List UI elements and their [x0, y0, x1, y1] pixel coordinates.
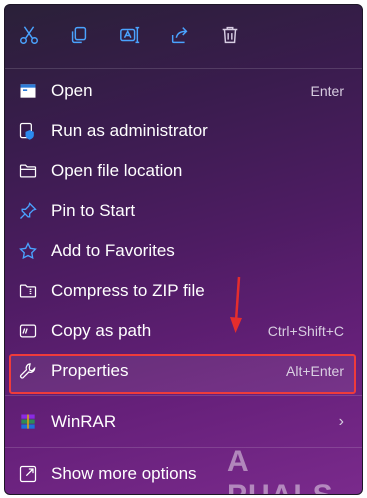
cut-button[interactable]: [15, 21, 43, 49]
menu-separator: [5, 395, 362, 396]
winrar-icon: [21, 414, 35, 429]
menu-toolbar: [5, 5, 362, 67]
menu-item-label: Pin to Start: [51, 201, 136, 220]
submenu-chevron-icon: ›: [338, 413, 344, 430]
copy-button[interactable]: [65, 21, 93, 49]
menu-item-shortcut: Enter: [310, 83, 344, 99]
menu-item-winrar[interactable]: WinRAR ›: [9, 403, 356, 441]
star-icon: [19, 241, 37, 260]
share-button[interactable]: [166, 21, 194, 49]
toolbar-separator: [5, 68, 362, 69]
copy-icon: [71, 26, 87, 44]
menu-item-label: Open: [51, 81, 93, 100]
context-menu: Open Enter Run as administrator Open fil…: [4, 4, 363, 495]
menu-item-add-to-favorites[interactable]: Add to Favorites: [9, 232, 356, 270]
menu-item-compress-to-zip[interactable]: Compress to ZIP file: [9, 272, 356, 310]
menu-item-open[interactable]: Open Enter: [9, 72, 356, 110]
menu-item-shortcut: Alt+Enter: [286, 363, 344, 379]
cut-icon: [20, 26, 38, 44]
wrench-icon: [19, 363, 36, 379]
delete-button[interactable]: [216, 21, 244, 49]
menu-item-open-file-location[interactable]: Open file location: [9, 152, 356, 190]
copy-path-icon: [19, 324, 37, 338]
menu-item-label: WinRAR: [51, 412, 117, 431]
menu-item-shortcut: Ctrl+Shift+C: [267, 323, 344, 339]
menu-item-label: Properties: [51, 361, 129, 380]
run-as-admin-icon: [19, 122, 34, 140]
rename-button[interactable]: [116, 21, 144, 49]
open-app-icon: [20, 84, 36, 98]
show-more-icon: [19, 465, 37, 483]
share-icon: [171, 27, 188, 44]
menu-item-pin-to-start[interactable]: Pin to Start: [9, 192, 356, 230]
menu-item-label: Add to Favorites: [51, 241, 175, 260]
menu-item-label: Copy as path: [51, 321, 152, 340]
folder-icon: [19, 164, 37, 178]
delete-icon: [222, 26, 238, 44]
menu-item-properties[interactable]: Properties Alt+Enter: [9, 352, 356, 390]
menu-item-run-as-administrator[interactable]: Run as administrator: [9, 112, 356, 150]
menu-item-copy-as-path[interactable]: Copy as path Ctrl+Shift+C: [9, 312, 356, 350]
zip-folder-icon: [19, 284, 37, 298]
appuals-watermark: A PUALS: [227, 445, 333, 494]
rename-icon: [120, 26, 140, 44]
menu-item-label: Show more options: [51, 464, 197, 483]
menu-item-label: Run as administrator: [51, 121, 208, 140]
pin-icon: [20, 202, 37, 219]
menu-item-label: Open file location: [51, 161, 183, 180]
red-arrow-annotation: [230, 276, 242, 333]
menu-item-label: Compress to ZIP file: [51, 281, 205, 300]
